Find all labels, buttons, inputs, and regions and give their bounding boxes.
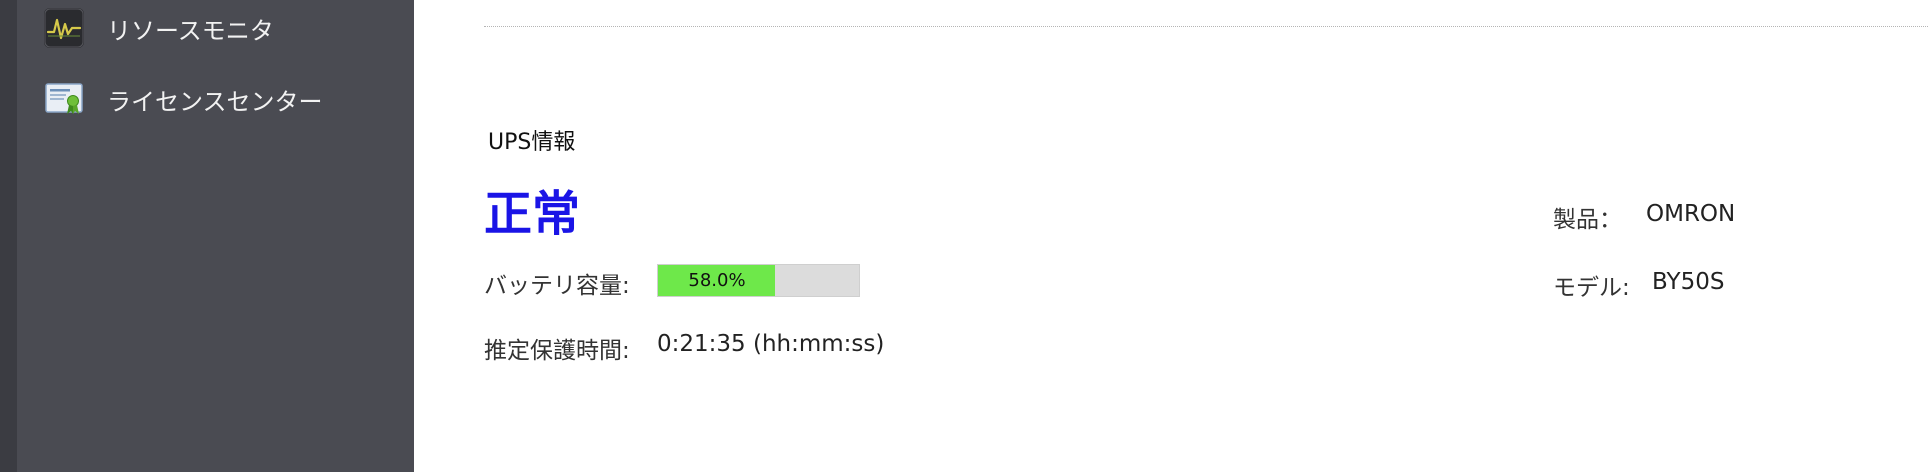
estimated-runtime-label: 推定保護時間: (484, 338, 630, 364)
license-certificate-icon (43, 78, 85, 120)
sidebar-edge-strip (0, 0, 17, 472)
battery-capacity-bar: 58.0% (657, 264, 860, 297)
ups-status: 正常 (484, 186, 581, 242)
sidebar-item-license-center[interactable]: ライセンスセンター (43, 77, 323, 121)
model-value: BY50S (1652, 269, 1725, 295)
resource-monitor-icon (43, 7, 85, 49)
sidebar-item-resource-monitor[interactable]: リソースモニタ (43, 6, 274, 50)
model-label: モデル: (1553, 275, 1630, 301)
product-value: OMRON (1646, 201, 1736, 227)
battery-capacity-value: 58.0% (688, 270, 746, 291)
product-label: 製品： (1553, 207, 1622, 233)
sidebar-item-label: ライセンスセンター (107, 87, 323, 116)
sidebar-item-label: リソースモニタ (107, 16, 274, 45)
section-title: UPS情報 (488, 130, 576, 155)
estimated-runtime-value: 0:21:35 (hh:mm:ss) (657, 331, 885, 357)
battery-capacity-label: バッテリ容量: (484, 273, 630, 299)
section-divider (484, 26, 1928, 27)
sidebar: リソースモニタ ライセンスセンター (17, 0, 414, 472)
